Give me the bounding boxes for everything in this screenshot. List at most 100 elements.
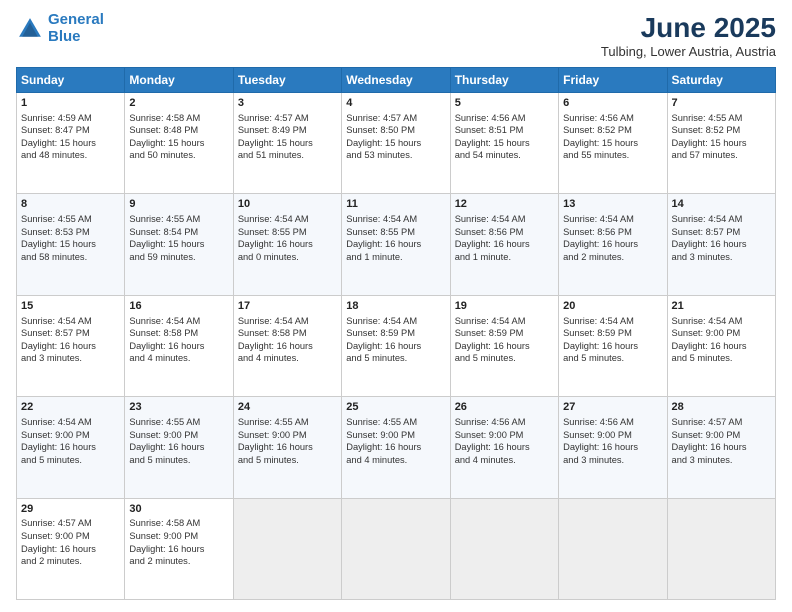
day-cell xyxy=(342,498,450,599)
day-number: 9 xyxy=(129,197,228,212)
day-info: Sunrise: 4:55 AM Sunset: 9:00 PM Dayligh… xyxy=(238,416,337,466)
day-info: Sunrise: 4:54 AM Sunset: 8:55 PM Dayligh… xyxy=(346,213,445,263)
day-cell: 21Sunrise: 4:54 AM Sunset: 9:00 PM Dayli… xyxy=(667,295,775,396)
day-info: Sunrise: 4:56 AM Sunset: 9:00 PM Dayligh… xyxy=(563,416,662,466)
week-row-4: 29Sunrise: 4:57 AM Sunset: 9:00 PM Dayli… xyxy=(17,498,776,599)
day-number: 16 xyxy=(129,299,228,314)
day-cell: 19Sunrise: 4:54 AM Sunset: 8:59 PM Dayli… xyxy=(450,295,558,396)
day-info: Sunrise: 4:55 AM Sunset: 8:53 PM Dayligh… xyxy=(21,213,120,263)
day-info: Sunrise: 4:54 AM Sunset: 8:58 PM Dayligh… xyxy=(129,315,228,365)
logo-icon xyxy=(16,15,44,43)
day-info: Sunrise: 4:54 AM Sunset: 8:56 PM Dayligh… xyxy=(563,213,662,263)
week-row-2: 15Sunrise: 4:54 AM Sunset: 8:57 PM Dayli… xyxy=(17,295,776,396)
day-info: Sunrise: 4:54 AM Sunset: 8:57 PM Dayligh… xyxy=(672,213,771,263)
day-info: Sunrise: 4:56 AM Sunset: 8:51 PM Dayligh… xyxy=(455,112,554,162)
day-info: Sunrise: 4:54 AM Sunset: 8:57 PM Dayligh… xyxy=(21,315,120,365)
day-info: Sunrise: 4:54 AM Sunset: 9:00 PM Dayligh… xyxy=(672,315,771,365)
day-info: Sunrise: 4:54 AM Sunset: 8:59 PM Dayligh… xyxy=(455,315,554,365)
day-cell: 9Sunrise: 4:55 AM Sunset: 8:54 PM Daylig… xyxy=(125,194,233,295)
title-block: June 2025 Tulbing, Lower Austria, Austri… xyxy=(601,12,776,59)
day-number: 21 xyxy=(672,299,771,314)
day-cell: 7Sunrise: 4:55 AM Sunset: 8:52 PM Daylig… xyxy=(667,93,775,194)
day-cell: 1Sunrise: 4:59 AM Sunset: 8:47 PM Daylig… xyxy=(17,93,125,194)
day-cell: 17Sunrise: 4:54 AM Sunset: 8:58 PM Dayli… xyxy=(233,295,341,396)
day-cell: 22Sunrise: 4:54 AM Sunset: 9:00 PM Dayli… xyxy=(17,397,125,498)
day-cell: 23Sunrise: 4:55 AM Sunset: 9:00 PM Dayli… xyxy=(125,397,233,498)
header-cell-wednesday: Wednesday xyxy=(342,68,450,93)
day-number: 26 xyxy=(455,400,554,415)
day-info: Sunrise: 4:55 AM Sunset: 8:54 PM Dayligh… xyxy=(129,213,228,263)
day-cell: 12Sunrise: 4:54 AM Sunset: 8:56 PM Dayli… xyxy=(450,194,558,295)
day-cell: 27Sunrise: 4:56 AM Sunset: 9:00 PM Dayli… xyxy=(559,397,667,498)
day-number: 28 xyxy=(672,400,771,415)
day-number: 1 xyxy=(21,96,120,111)
day-cell: 2Sunrise: 4:58 AM Sunset: 8:48 PM Daylig… xyxy=(125,93,233,194)
day-cell: 10Sunrise: 4:54 AM Sunset: 8:55 PM Dayli… xyxy=(233,194,341,295)
day-number: 24 xyxy=(238,400,337,415)
day-number: 19 xyxy=(455,299,554,314)
month-title: June 2025 xyxy=(601,12,776,44)
header-cell-monday: Monday xyxy=(125,68,233,93)
day-info: Sunrise: 4:55 AM Sunset: 9:00 PM Dayligh… xyxy=(129,416,228,466)
location: Tulbing, Lower Austria, Austria xyxy=(601,44,776,59)
day-cell xyxy=(233,498,341,599)
day-number: 4 xyxy=(346,96,445,111)
header-row: SundayMondayTuesdayWednesdayThursdayFrid… xyxy=(17,68,776,93)
calendar-header: SundayMondayTuesdayWednesdayThursdayFrid… xyxy=(17,68,776,93)
day-info: Sunrise: 4:57 AM Sunset: 9:00 PM Dayligh… xyxy=(672,416,771,466)
day-info: Sunrise: 4:58 AM Sunset: 9:00 PM Dayligh… xyxy=(129,517,228,567)
day-number: 25 xyxy=(346,400,445,415)
day-number: 27 xyxy=(563,400,662,415)
day-number: 6 xyxy=(563,96,662,111)
day-info: Sunrise: 4:55 AM Sunset: 9:00 PM Dayligh… xyxy=(346,416,445,466)
day-cell xyxy=(667,498,775,599)
day-info: Sunrise: 4:54 AM Sunset: 9:00 PM Dayligh… xyxy=(21,416,120,466)
page: General Blue June 2025 Tulbing, Lower Au… xyxy=(0,0,792,612)
logo-text: General Blue xyxy=(48,12,104,45)
day-info: Sunrise: 4:59 AM Sunset: 8:47 PM Dayligh… xyxy=(21,112,120,162)
week-row-1: 8Sunrise: 4:55 AM Sunset: 8:53 PM Daylig… xyxy=(17,194,776,295)
day-cell: 18Sunrise: 4:54 AM Sunset: 8:59 PM Dayli… xyxy=(342,295,450,396)
day-cell: 26Sunrise: 4:56 AM Sunset: 9:00 PM Dayli… xyxy=(450,397,558,498)
day-info: Sunrise: 4:55 AM Sunset: 8:52 PM Dayligh… xyxy=(672,112,771,162)
day-number: 14 xyxy=(672,197,771,212)
header-cell-friday: Friday xyxy=(559,68,667,93)
logo: General Blue xyxy=(16,12,104,45)
day-number: 2 xyxy=(129,96,228,111)
calendar-body: 1Sunrise: 4:59 AM Sunset: 8:47 PM Daylig… xyxy=(17,93,776,600)
day-info: Sunrise: 4:54 AM Sunset: 8:58 PM Dayligh… xyxy=(238,315,337,365)
header-cell-thursday: Thursday xyxy=(450,68,558,93)
day-cell: 28Sunrise: 4:57 AM Sunset: 9:00 PM Dayli… xyxy=(667,397,775,498)
day-info: Sunrise: 4:54 AM Sunset: 8:55 PM Dayligh… xyxy=(238,213,337,263)
day-info: Sunrise: 4:56 AM Sunset: 8:52 PM Dayligh… xyxy=(563,112,662,162)
day-number: 7 xyxy=(672,96,771,111)
day-cell: 20Sunrise: 4:54 AM Sunset: 8:59 PM Dayli… xyxy=(559,295,667,396)
day-cell: 6Sunrise: 4:56 AM Sunset: 8:52 PM Daylig… xyxy=(559,93,667,194)
day-cell: 25Sunrise: 4:55 AM Sunset: 9:00 PM Dayli… xyxy=(342,397,450,498)
day-cell: 11Sunrise: 4:54 AM Sunset: 8:55 PM Dayli… xyxy=(342,194,450,295)
day-info: Sunrise: 4:56 AM Sunset: 9:00 PM Dayligh… xyxy=(455,416,554,466)
day-cell: 16Sunrise: 4:54 AM Sunset: 8:58 PM Dayli… xyxy=(125,295,233,396)
day-number: 17 xyxy=(238,299,337,314)
day-cell: 8Sunrise: 4:55 AM Sunset: 8:53 PM Daylig… xyxy=(17,194,125,295)
calendar-table: SundayMondayTuesdayWednesdayThursdayFrid… xyxy=(16,67,776,600)
day-info: Sunrise: 4:54 AM Sunset: 8:59 PM Dayligh… xyxy=(563,315,662,365)
day-number: 18 xyxy=(346,299,445,314)
day-number: 5 xyxy=(455,96,554,111)
day-cell: 30Sunrise: 4:58 AM Sunset: 9:00 PM Dayli… xyxy=(125,498,233,599)
day-cell: 13Sunrise: 4:54 AM Sunset: 8:56 PM Dayli… xyxy=(559,194,667,295)
day-cell: 24Sunrise: 4:55 AM Sunset: 9:00 PM Dayli… xyxy=(233,397,341,498)
day-info: Sunrise: 4:57 AM Sunset: 8:50 PM Dayligh… xyxy=(346,112,445,162)
header-cell-tuesday: Tuesday xyxy=(233,68,341,93)
day-number: 11 xyxy=(346,197,445,212)
day-number: 15 xyxy=(21,299,120,314)
day-number: 3 xyxy=(238,96,337,111)
day-number: 13 xyxy=(563,197,662,212)
day-cell xyxy=(559,498,667,599)
day-info: Sunrise: 4:54 AM Sunset: 8:59 PM Dayligh… xyxy=(346,315,445,365)
day-info: Sunrise: 4:57 AM Sunset: 9:00 PM Dayligh… xyxy=(21,517,120,567)
header: General Blue June 2025 Tulbing, Lower Au… xyxy=(16,12,776,59)
day-cell: 5Sunrise: 4:56 AM Sunset: 8:51 PM Daylig… xyxy=(450,93,558,194)
day-number: 12 xyxy=(455,197,554,212)
header-cell-sunday: Sunday xyxy=(17,68,125,93)
